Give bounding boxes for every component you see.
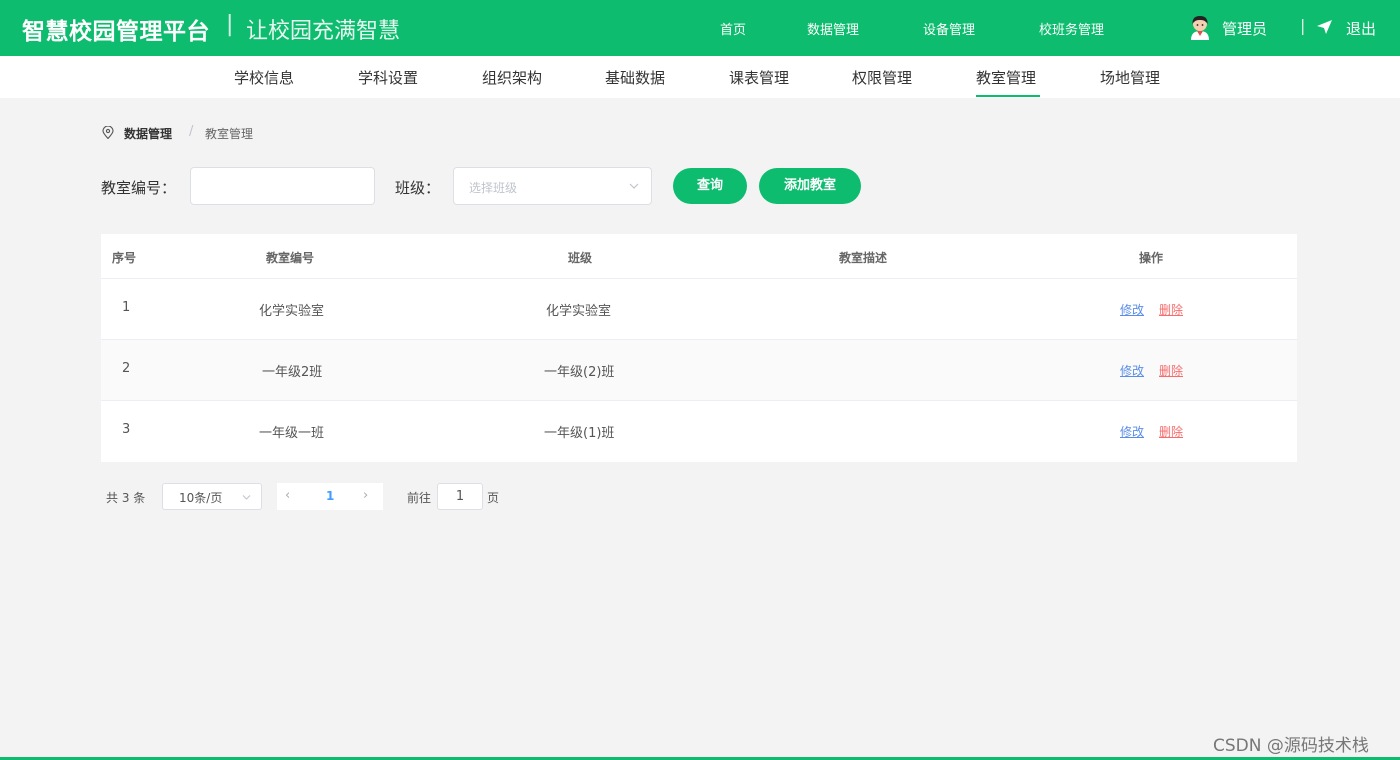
subnav-school-info[interactable]: 学校信息: [234, 67, 294, 88]
cell-room-number: 一年级一班: [259, 426, 325, 441]
top-header: 智慧校园管理平台 | 让校园充满智慧 首页 数据管理 设备管理 校班务管理 管理…: [0, 0, 1400, 56]
subnav-classroom-management[interactable]: 教室管理: [976, 67, 1036, 88]
edit-link[interactable]: 修改: [1120, 301, 1144, 318]
page-size-select[interactable]: 10条/页: [162, 483, 262, 510]
query-button[interactable]: 查询: [673, 168, 747, 204]
cell-class: 一年级(1)班: [544, 426, 615, 441]
subnav-subject-settings[interactable]: 学科设置: [358, 67, 418, 88]
subnav-timetable[interactable]: 课表管理: [729, 67, 789, 88]
column-header-room-number: 教室编号: [266, 251, 315, 265]
chevron-right-icon[interactable]: ›: [363, 488, 368, 503]
cell-room-number: 一年级2班: [262, 365, 323, 380]
column-header-index: 序号: [112, 251, 137, 265]
column-header-actions: 操作: [1139, 251, 1164, 265]
column-header-description: 教室描述: [839, 251, 888, 265]
send-icon[interactable]: [1317, 20, 1332, 34]
edit-link[interactable]: 修改: [1120, 362, 1144, 379]
subnav-basic-data[interactable]: 基础数据: [605, 67, 665, 88]
class-select-placeholder: 选择班级: [469, 181, 518, 195]
breadcrumb-current: 教室管理: [205, 127, 254, 141]
column-header-class: 班级: [568, 251, 593, 265]
user-name[interactable]: 管理员: [1222, 18, 1267, 39]
breadcrumb-parent[interactable]: 数据管理: [124, 125, 172, 142]
table-row: 1 化学实验室 化学实验室 修改 删除: [101, 278, 1297, 339]
room-number-label: 教室编号：: [101, 179, 177, 197]
page-size-value: 10条/页: [179, 491, 223, 505]
topnav-data-management[interactable]: 数据管理: [807, 19, 859, 38]
pagination-total: 共 3 条: [106, 491, 146, 505]
class-label: 班级：: [395, 179, 441, 197]
classroom-table: 序号 教室编号 班级 教室描述 操作 1 化学实验室 化学实验室 修改 删除 2…: [101, 234, 1297, 462]
delete-link[interactable]: 删除: [1159, 423, 1183, 440]
breadcrumb-separator: /: [189, 124, 194, 139]
goto-prefix: 前往: [407, 491, 432, 505]
add-classroom-button[interactable]: 添加教室: [759, 168, 861, 204]
cell-index: 2: [122, 361, 131, 376]
table-row: 3 一年级一班 一年级(1)班 修改 删除: [101, 400, 1297, 461]
subnav-active-indicator: [976, 95, 1040, 97]
cell-room-number: 化学实验室: [259, 304, 325, 319]
header-divider: |: [1300, 16, 1306, 35]
goto-suffix: 页: [487, 491, 500, 505]
cell-class: 化学实验室: [546, 304, 612, 319]
logout-button[interactable]: 退出: [1346, 18, 1376, 39]
app-title: 智慧校园管理平台: [22, 19, 210, 45]
subnav-permissions[interactable]: 权限管理: [852, 67, 912, 88]
chevron-left-icon[interactable]: ‹: [285, 488, 290, 503]
subnav-organization[interactable]: 组织架构: [482, 67, 542, 88]
cell-index: 1: [122, 300, 131, 315]
chevron-down-icon: [242, 495, 251, 500]
goto-page-input[interactable]: 1: [437, 483, 483, 510]
class-select[interactable]: 选择班级: [453, 167, 652, 205]
room-number-input[interactable]: [190, 167, 375, 205]
subnav-venue-management[interactable]: 场地管理: [1100, 67, 1160, 88]
chevron-down-icon: [629, 183, 639, 189]
delete-link[interactable]: 删除: [1159, 301, 1183, 318]
topnav-class-affairs[interactable]: 校班务管理: [1039, 19, 1104, 38]
topnav-home[interactable]: 首页: [720, 19, 746, 38]
title-separator: |: [226, 12, 234, 37]
cell-class: 一年级(2)班: [544, 365, 615, 380]
sub-navigation: 学校信息 学科设置 组织架构 基础数据 课表管理 权限管理 教室管理 场地管理: [0, 56, 1400, 98]
topnav-device-management[interactable]: 设备管理: [923, 19, 975, 38]
avatar[interactable]: [1188, 14, 1212, 40]
location-pin-icon: [102, 126, 114, 139]
cell-index: 3: [122, 422, 131, 437]
table-row: 2 一年级2班 一年级(2)班 修改 删除: [101, 339, 1297, 400]
page-number-current[interactable]: 1: [326, 489, 334, 503]
watermark: CSDN @源码技术栈: [1213, 736, 1369, 756]
pager: ‹ 1 ›: [277, 483, 383, 510]
app-slogan: 让校园充满智慧: [246, 19, 401, 44]
edit-link[interactable]: 修改: [1120, 423, 1144, 440]
delete-link[interactable]: 删除: [1159, 362, 1183, 379]
